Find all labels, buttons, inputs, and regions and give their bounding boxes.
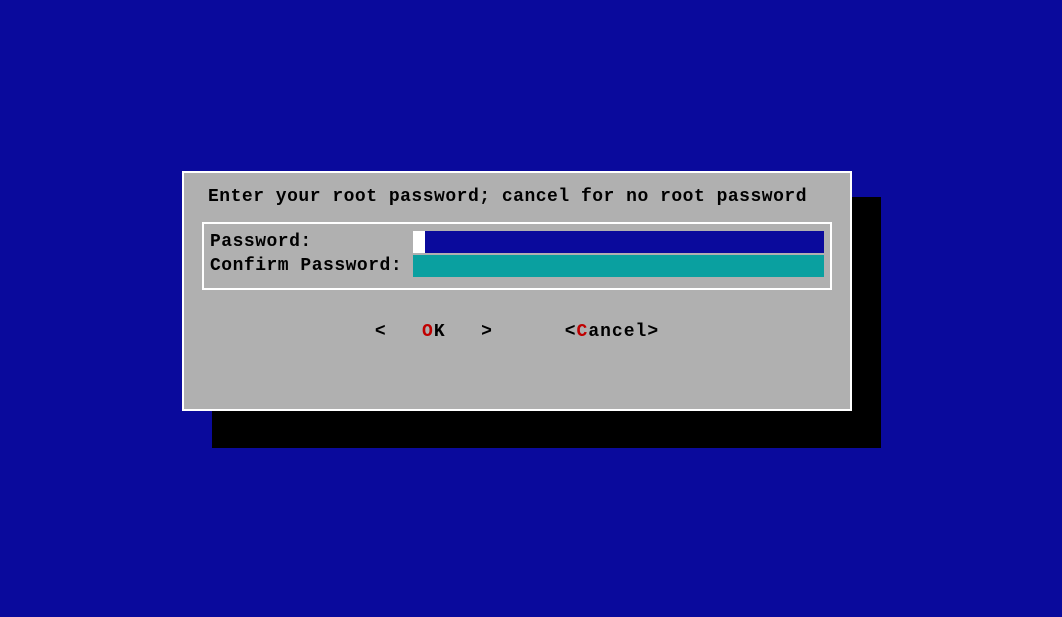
button-row: < OK > <Cancel>	[184, 322, 850, 342]
password-label: Password:	[210, 232, 413, 252]
confirm-password-label: Confirm Password:	[210, 256, 413, 276]
cancel-button[interactable]: <Cancel>	[565, 322, 659, 342]
ok-button[interactable]: < OK >	[375, 322, 493, 342]
confirm-password-row: Confirm Password:	[210, 254, 824, 278]
text-cursor	[413, 231, 425, 253]
cancel-left-bracket: <	[565, 322, 577, 342]
dialog-prompt: Enter your root password; cancel for no …	[184, 173, 850, 222]
ok-hotkey: O	[422, 322, 434, 342]
confirm-password-input[interactable]	[413, 255, 824, 277]
ok-rest: K	[434, 322, 446, 342]
cancel-hotkey: C	[577, 322, 589, 342]
password-input-wrap[interactable]	[413, 231, 824, 253]
cancel-rest: ancel	[588, 322, 647, 342]
ok-left-bracket: <	[375, 322, 387, 342]
password-input[interactable]	[425, 231, 824, 253]
ok-right-bracket: >	[481, 322, 493, 342]
password-dialog: Enter your root password; cancel for no …	[182, 171, 852, 411]
input-section: Password: Confirm Password:	[202, 222, 832, 290]
cancel-right-bracket: >	[647, 322, 659, 342]
password-row: Password:	[210, 230, 824, 254]
